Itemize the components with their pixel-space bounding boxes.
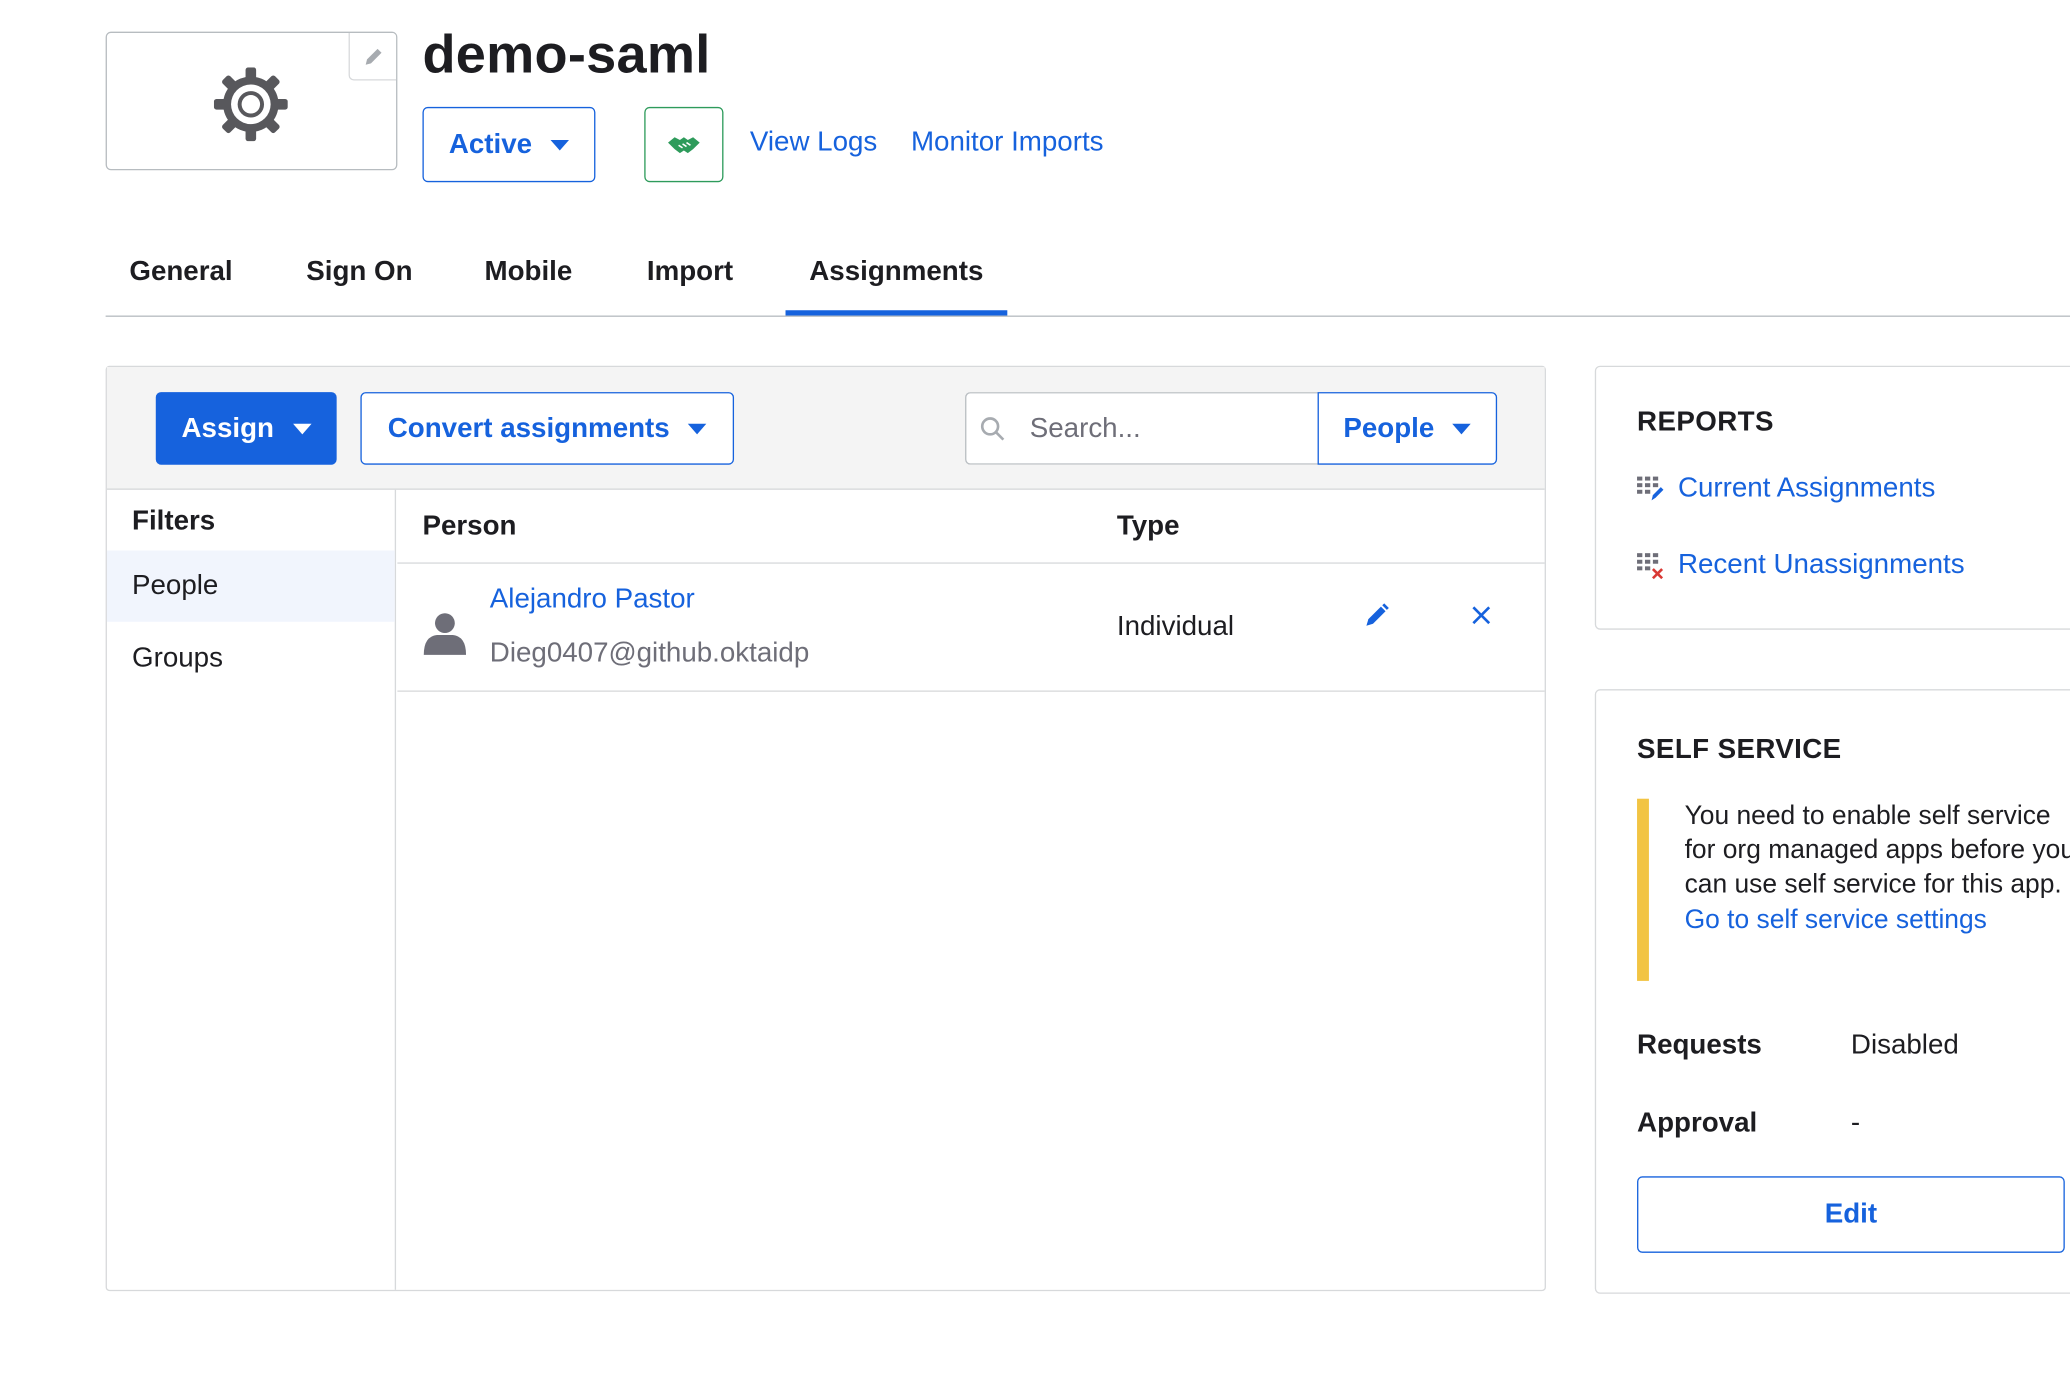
tab-sign-on[interactable]: Sign On xyxy=(306,256,412,288)
person-icon xyxy=(423,613,467,655)
filters-heading: Filters xyxy=(132,505,216,537)
person-name-link[interactable]: Alejandro Pastor xyxy=(490,584,695,616)
tab-assignments[interactable]: Assignments xyxy=(809,256,983,288)
self-service-settings-link[interactable]: Go to self service settings xyxy=(1685,906,2070,936)
approval-label: Approval xyxy=(1637,1107,1758,1139)
gear-icon xyxy=(213,67,288,142)
caret-down-icon xyxy=(688,423,707,434)
pencil-icon[interactable] xyxy=(1362,601,1391,630)
active-tab-indicator xyxy=(785,310,1008,316)
view-logs-link[interactable]: View Logs xyxy=(750,127,877,159)
tab-bar: General Sign On Mobile Import Assignment… xyxy=(105,238,2070,317)
tab-general[interactable]: General xyxy=(129,256,232,288)
caret-down-icon xyxy=(1452,423,1472,434)
self-service-panel: SELF SERVICE You need to enable self ser… xyxy=(1594,689,2070,1294)
filter-people[interactable]: People xyxy=(106,550,395,622)
close-icon[interactable] xyxy=(1467,601,1496,630)
reports-heading: REPORTS xyxy=(1637,406,1774,437)
edit-self-service-button[interactable]: Edit xyxy=(1637,1176,2065,1253)
filter-groups[interactable]: Groups xyxy=(107,623,395,694)
monitor-imports-link[interactable]: Monitor Imports xyxy=(911,127,1104,159)
provisioning-button[interactable] xyxy=(644,106,724,183)
current-assignments-link[interactable]: Current Assignments xyxy=(1678,473,1935,505)
pencil-icon xyxy=(365,48,381,65)
self-service-notice: You need to enable self service for org … xyxy=(1637,798,2070,981)
person-username: Dieg0407@github.oktaidp xyxy=(489,637,810,669)
tab-import[interactable]: Import xyxy=(647,256,733,288)
search-input[interactable] xyxy=(1029,412,1294,445)
edit-label: Edit xyxy=(1824,1198,1878,1230)
app-assignments-page: demo-saml Active View Logs Monitor Impor… xyxy=(0,0,2070,1380)
filters-sidebar: Filters People Groups xyxy=(106,489,397,1290)
table-header: Person Type xyxy=(397,490,1545,564)
requests-value: Disabled xyxy=(1850,1029,1959,1061)
search-scope-label: People xyxy=(1343,412,1435,443)
assign-label: Assign xyxy=(181,412,274,443)
convert-assignments-label: Convert assignments xyxy=(387,412,670,443)
current-assignments-report[interactable]: Current Assignments xyxy=(1636,473,1935,505)
search-scope-dropdown[interactable]: People xyxy=(1317,392,1498,465)
status-dropdown[interactable]: Active xyxy=(422,106,596,183)
recent-unassignments-link[interactable]: Recent Unassignments xyxy=(1678,549,1965,581)
search-field xyxy=(965,392,1319,465)
grid-assign-icon xyxy=(1637,476,1664,501)
table-row: Alejandro Pastor Dieg0407@github.oktaidp… xyxy=(397,564,1545,692)
requests-label: Requests xyxy=(1637,1029,1762,1061)
reports-panel: REPORTS Current Assignments Recent Unass… xyxy=(1594,365,2070,630)
assignments-toolbar: Assign Convert assignments People xyxy=(106,367,1545,490)
self-service-heading: SELF SERVICE xyxy=(1637,734,1842,765)
recent-unassignments-report[interactable]: Recent Unassignments xyxy=(1636,549,1965,581)
grid-unassign-icon xyxy=(1637,553,1664,580)
edit-logo-button[interactable] xyxy=(348,33,397,81)
assignment-type: Individual xyxy=(1116,611,1235,642)
tab-mobile[interactable]: Mobile xyxy=(485,256,573,288)
column-type: Type xyxy=(1116,510,1180,542)
status-label: Active xyxy=(448,128,533,160)
approval-value: - xyxy=(1850,1107,1861,1139)
self-service-notice-text: You need to enable self service for org … xyxy=(1684,801,2070,900)
convert-assignments-button[interactable]: Convert assignments xyxy=(360,392,735,465)
caret-down-icon xyxy=(292,423,311,434)
column-person: Person xyxy=(422,510,517,542)
assignments-panel: Assign Convert assignments People Filter… xyxy=(105,365,1546,1292)
search-icon xyxy=(980,416,1005,440)
assign-button[interactable]: Assign xyxy=(155,392,337,465)
caret-down-icon xyxy=(550,139,570,150)
page-title: demo-saml xyxy=(422,23,711,85)
handshake-icon xyxy=(668,136,700,153)
